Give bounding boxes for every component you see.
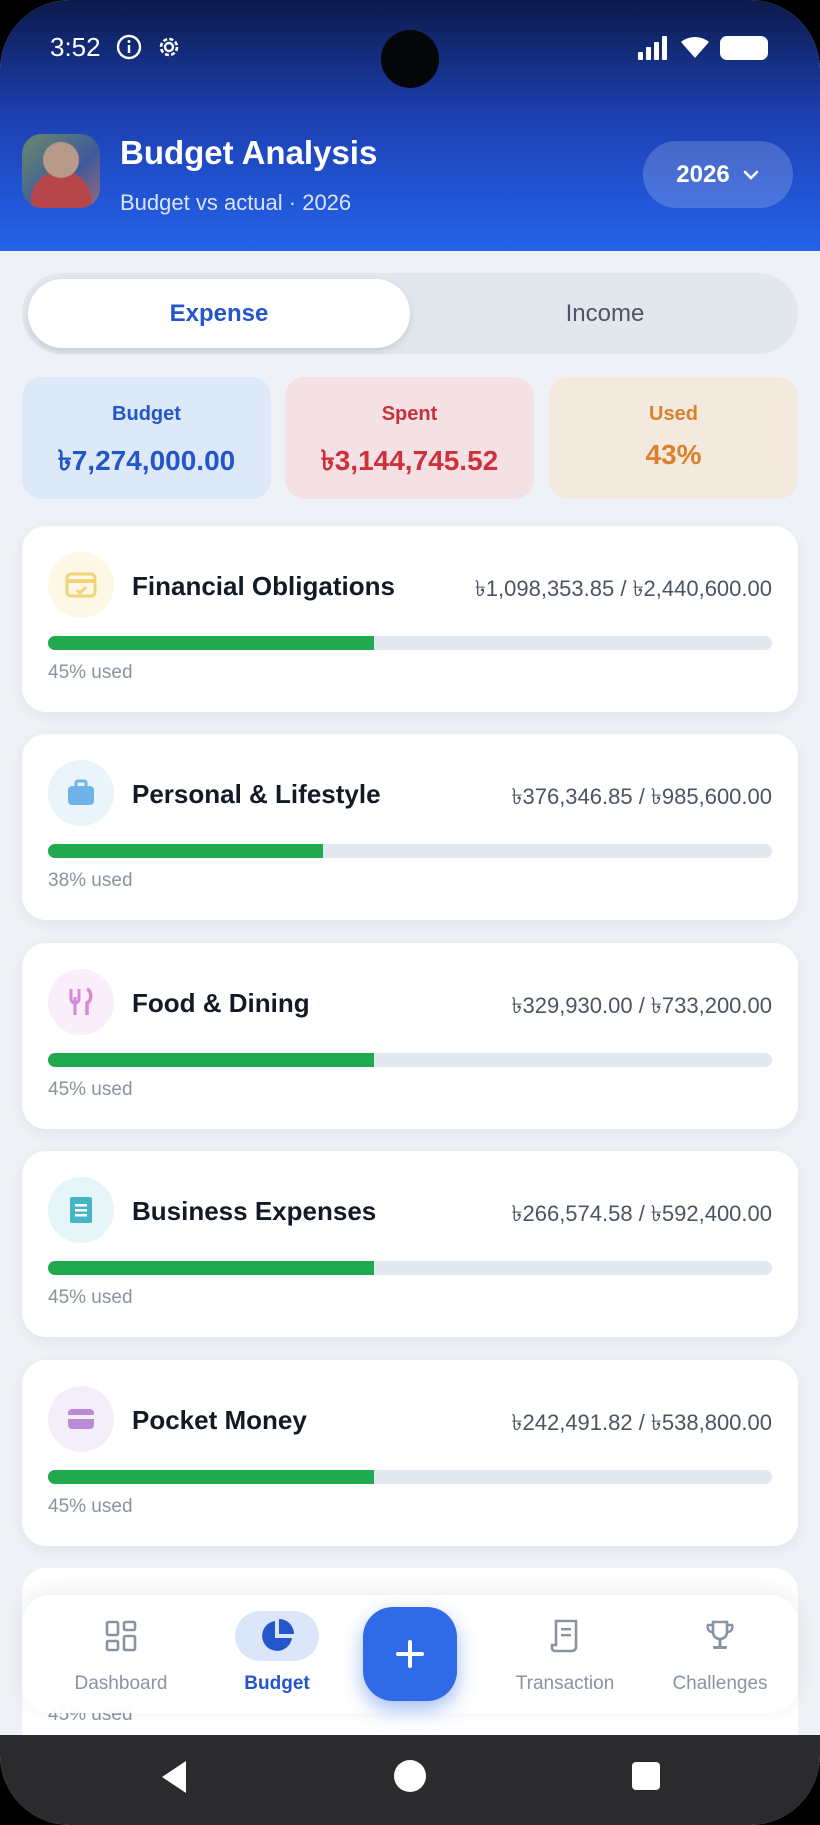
- used-label: Used: [649, 403, 698, 425]
- status-time: 3:52: [50, 32, 101, 62]
- dashboard-icon: [79, 1611, 163, 1661]
- category-card[interactable]: Food & Dining ৳329,930.00 / ৳733,200.00 …: [22, 943, 798, 1129]
- bill-icon: [48, 552, 114, 618]
- progress-track: [48, 1470, 772, 1484]
- category-name: Business Expenses: [132, 1196, 377, 1226]
- status-bar: 3:52: [0, 0, 820, 100]
- category-amount: ৳329,930.00 / ৳733,200.00: [511, 993, 772, 1018]
- avatar[interactable]: [22, 134, 100, 208]
- category-used: 45% used: [48, 662, 133, 683]
- receipt-icon: [48, 1177, 114, 1243]
- category-amount: ৳376,346.85 / ৳985,600.00: [511, 784, 772, 809]
- category-amount: ৳266,574.58 / ৳592,400.00: [511, 1201, 772, 1226]
- year-selector[interactable]: 2026: [643, 141, 793, 208]
- category-amount: ৳1,098,353.85 / ৳2,440,600.00: [474, 576, 772, 601]
- nav-dashboard[interactable]: Dashboard: [46, 1595, 196, 1713]
- camera-cutout: [381, 30, 439, 88]
- nav-challenges[interactable]: Challenges: [645, 1595, 795, 1713]
- briefcase-icon: [48, 760, 114, 826]
- progress-track: [48, 1261, 772, 1275]
- category-name: Food & Dining: [132, 988, 310, 1018]
- tab-income[interactable]: Income: [414, 279, 796, 348]
- spent-summary-card: Spent ৳3,144,745.52: [285, 377, 534, 499]
- app-screen: 3:52 Budget Analysis Budget vs actual · …: [0, 0, 820, 1825]
- tab-expense[interactable]: Expense: [28, 279, 410, 348]
- nav-label: Challenges: [672, 1673, 768, 1694]
- year-selector-label: 2026: [676, 160, 730, 188]
- system-navigation-bar: [0, 1735, 820, 1825]
- page-subtitle: Budget vs actual · 2026: [120, 190, 352, 215]
- category-card[interactable]: Pocket Money ৳242,491.82 / ৳538,800.00 4…: [22, 1360, 798, 1546]
- progress-fill: [48, 1261, 374, 1275]
- budget-value: ৳7,274,000.00: [57, 445, 236, 476]
- pie-chart-icon: [235, 1611, 319, 1661]
- category-card[interactable]: Business Expenses ৳266,574.58 / ৳592,400…: [22, 1151, 798, 1337]
- chevron-down-icon: [743, 170, 758, 180]
- category-used: 45% used: [48, 1079, 133, 1100]
- budget-summary-card: Budget ৳7,274,000.00: [22, 377, 271, 499]
- plus-icon: [396, 1640, 424, 1668]
- progress-track: [48, 1053, 772, 1067]
- used-summary-card: Used 43%: [549, 377, 798, 499]
- battery-icon: [720, 36, 768, 60]
- progress-fill: [48, 636, 374, 650]
- category-card[interactable]: Financial Obligations ৳1,098,353.85 / ৳2…: [22, 526, 798, 712]
- category-amount: ৳242,491.82 / ৳538,800.00: [511, 1410, 772, 1435]
- nav-label: Budget: [244, 1673, 310, 1694]
- trophy-icon: [678, 1611, 762, 1661]
- progress-fill: [48, 844, 324, 858]
- nav-label: Dashboard: [74, 1673, 168, 1694]
- category-used: 45% used: [48, 1287, 133, 1308]
- wallet-icon: [48, 1386, 114, 1452]
- budget-label: Budget: [112, 403, 181, 425]
- progress-fill: [48, 1053, 374, 1067]
- category-used: 45% used: [48, 1496, 133, 1517]
- used-value: 43%: [645, 439, 702, 470]
- spent-value: ৳3,144,745.52: [320, 445, 499, 476]
- category-card[interactable]: Personal & Lifestyle ৳376,346.85 / ৳985,…: [22, 734, 798, 920]
- settings-icon: [159, 37, 179, 57]
- back-icon[interactable]: [158, 1759, 190, 1795]
- nav-transaction[interactable]: Transaction: [490, 1595, 640, 1713]
- signal-icon: [638, 36, 667, 60]
- category-name: Financial Obligations: [132, 571, 395, 601]
- progress-track: [48, 844, 772, 858]
- home-icon[interactable]: [394, 1760, 426, 1792]
- category-used: 38% used: [48, 870, 133, 891]
- nav-label: Transaction: [515, 1673, 615, 1694]
- progress-fill: [48, 1470, 374, 1484]
- page-title: Budget Analysis: [120, 134, 378, 171]
- header: 3:52 Budget Analysis Budget vs actual · …: [0, 0, 820, 251]
- type-tabs: Expense Income: [22, 273, 798, 354]
- info-icon: [116, 34, 142, 60]
- receipt-icon: [523, 1611, 607, 1661]
- recents-icon[interactable]: [632, 1762, 660, 1790]
- wifi-icon: [681, 36, 709, 58]
- nav-budget[interactable]: Budget: [202, 1595, 352, 1713]
- add-transaction-button[interactable]: [363, 1607, 457, 1701]
- spent-label: Spent: [381, 403, 438, 425]
- category-name: Pocket Money: [132, 1405, 307, 1435]
- utensils-icon: [48, 969, 114, 1035]
- category-name: Personal & Lifestyle: [132, 779, 381, 809]
- progress-track: [48, 636, 772, 650]
